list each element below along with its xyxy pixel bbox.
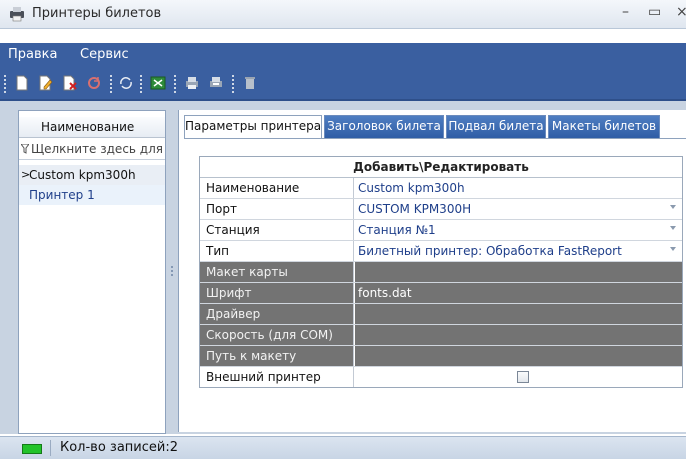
tab-ticket-footer[interactable]: Подвал билета <box>446 115 546 138</box>
new-document-icon[interactable] <box>12 73 32 93</box>
row-label: Макет карты <box>200 262 354 282</box>
toolbar-separator <box>232 75 234 93</box>
tab-ticket-layouts[interactable]: Макеты билетов <box>548 115 660 138</box>
sync-icon[interactable] <box>116 73 136 93</box>
list-filter-row[interactable]: Щелкните здесь для <box>19 139 165 160</box>
row-label: Тип <box>200 241 354 261</box>
layout-path-field <box>355 346 682 366</box>
port-select[interactable]: CUSTOM KPM300H <box>355 199 682 219</box>
name-field[interactable]: Custom kpm300h <box>355 178 682 198</box>
row-label: Внешний принтер <box>200 367 354 387</box>
row-label: Порт <box>200 199 354 219</box>
pane-splitter[interactable] <box>168 110 176 432</box>
list-header[interactable]: Наименование <box>19 117 165 138</box>
close-button[interactable]: × <box>676 4 686 20</box>
station-select[interactable]: Станция №1 <box>355 220 682 240</box>
list-item-name: Принтер 1 <box>29 188 95 202</box>
grid-row-layout-path: Путь к макету <box>200 346 682 367</box>
grid-row-external-printer[interactable]: Внешний принтер <box>200 367 682 387</box>
delete-document-icon[interactable] <box>60 73 80 93</box>
minimize-button[interactable]: – <box>622 4 629 20</box>
dropdown-arrow-icon[interactable] <box>670 226 676 230</box>
menu-edit[interactable]: Правка <box>8 47 57 62</box>
trash-icon[interactable] <box>240 73 260 93</box>
external-printer-cell <box>355 367 682 387</box>
grid-row-port[interactable]: Порт CUSTOM KPM300H <box>200 199 682 220</box>
list-item[interactable]: Принтер 1 <box>19 185 165 205</box>
grid-row-driver: Драйвер <box>200 304 682 325</box>
grid-row-com-speed: Скорость (для COM) <box>200 325 682 346</box>
row-label: Драйвер <box>200 304 354 324</box>
edit-document-icon[interactable] <box>36 73 56 93</box>
filter-icon <box>21 144 29 154</box>
printer-app-icon <box>10 7 24 22</box>
menu-bar: Правка Сервис <box>0 43 686 67</box>
driver-field <box>355 304 682 324</box>
tab-ticket-header[interactable]: Заголовок билета <box>324 115 444 138</box>
card-layout-field <box>355 262 682 282</box>
row-label: Станция <box>200 220 354 240</box>
grid-row-name[interactable]: Наименование Custom kpm300h <box>200 178 682 199</box>
font-field: fonts.dat <box>355 283 682 303</box>
status-separator <box>50 440 51 456</box>
tab-printer-params[interactable]: Параметры принтера <box>184 115 322 139</box>
toolbar-separator <box>110 75 112 93</box>
dropdown-arrow-icon[interactable] <box>670 205 676 209</box>
records-count: Кол-во записей:2 <box>60 440 179 455</box>
grid-row-type[interactable]: Тип Билетный принтер: Обработка FastRepo… <box>200 241 682 262</box>
grid-row-card-layout: Макет карты <box>200 262 682 283</box>
grid-row-font: Шрифт fonts.dat <box>200 283 682 304</box>
print-icon[interactable] <box>182 73 202 93</box>
toolbar-separator <box>140 75 142 93</box>
grid-row-station[interactable]: Станция Станция №1 <box>200 220 682 241</box>
maximize-button[interactable]: ▭ <box>648 4 661 20</box>
menu-service[interactable]: Сервис <box>80 47 129 62</box>
toolbar <box>0 67 686 101</box>
external-printer-checkbox[interactable] <box>517 371 529 383</box>
row-label: Шрифт <box>200 283 354 303</box>
property-grid: Добавить\Редактировать Наименование Cust… <box>199 156 683 388</box>
row-label: Наименование <box>200 178 354 198</box>
grid-header: Добавить\Редактировать <box>200 157 682 178</box>
window-title: Принтеры билетов <box>32 6 162 21</box>
row-label: Скорость (для COM) <box>200 325 354 345</box>
dropdown-arrow-icon[interactable] <box>670 247 676 251</box>
status-indicator-icon <box>22 444 42 454</box>
status-bar: Кол-во записей:2 <box>0 436 686 459</box>
row-label: Путь к макету <box>200 346 354 366</box>
toolbar-separator <box>174 75 176 93</box>
type-select[interactable]: Билетный принтер: Обработка FastReport <box>355 241 682 261</box>
refresh-icon[interactable] <box>84 73 104 93</box>
export-excel-icon[interactable] <box>148 73 168 93</box>
list-item[interactable]: > Custom kpm300h <box>19 165 165 185</box>
com-speed-field <box>355 325 682 345</box>
toolbar-grip[interactable] <box>4 75 6 93</box>
printer-list: Наименование Щелкните здесь для > Custom… <box>18 110 166 434</box>
filter-placeholder: Щелкните здесь для <box>31 142 163 156</box>
list-header-label: Наименование <box>41 120 135 134</box>
title-bar: Принтеры билетов – ▭ × <box>0 0 686 29</box>
list-item-name: Custom kpm300h <box>29 168 136 182</box>
print-preview-icon[interactable] <box>206 73 226 93</box>
